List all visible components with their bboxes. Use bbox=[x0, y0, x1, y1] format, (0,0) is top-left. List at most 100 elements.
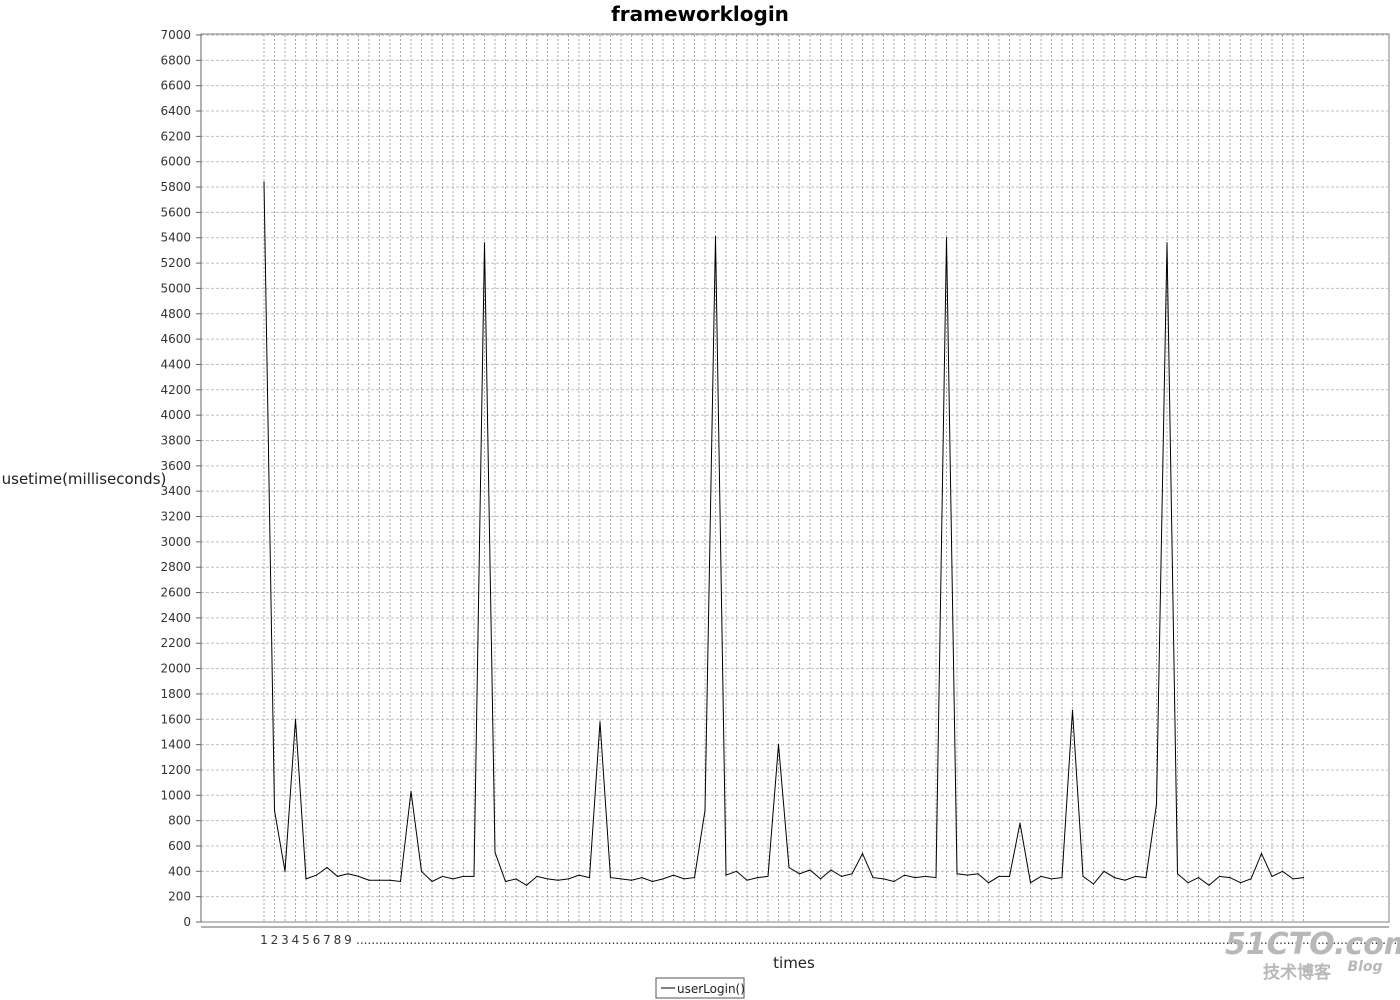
data-point bbox=[599, 721, 601, 723]
legend: userLogin() bbox=[655, 977, 745, 999]
data-point bbox=[483, 242, 486, 244]
x-tick-label: 6 bbox=[313, 933, 321, 947]
data-point bbox=[389, 879, 391, 881]
data-point bbox=[1260, 852, 1263, 855]
data-point bbox=[1176, 873, 1179, 875]
data-point bbox=[882, 878, 885, 880]
data-point bbox=[735, 870, 738, 872]
data-point bbox=[872, 877, 874, 879]
y-tick-label: 1600 bbox=[160, 712, 191, 726]
data-point bbox=[441, 875, 444, 877]
data-point bbox=[315, 874, 318, 876]
x-tick-label: 4 bbox=[292, 933, 300, 947]
data-point bbox=[557, 879, 559, 881]
data-point bbox=[693, 877, 696, 879]
legend-label: userLogin() bbox=[677, 982, 745, 996]
y-tick-label: 2200 bbox=[160, 636, 191, 650]
data-point bbox=[431, 880, 433, 883]
y-tick-label: 5600 bbox=[160, 205, 191, 219]
data-point bbox=[399, 880, 402, 883]
data-point bbox=[1197, 877, 1200, 879]
data-point bbox=[368, 879, 370, 881]
data-point bbox=[756, 877, 759, 879]
data-point bbox=[263, 181, 265, 183]
data-point bbox=[1166, 242, 1168, 244]
data-point bbox=[284, 870, 286, 872]
y-axis-label: usetime(milliseconds) bbox=[2, 470, 167, 488]
data-point bbox=[567, 878, 570, 880]
x-tick-label: 5 bbox=[302, 933, 310, 947]
y-tick-label: 800 bbox=[168, 814, 191, 828]
data-point bbox=[966, 874, 969, 876]
data-point bbox=[1040, 875, 1042, 877]
data-point bbox=[830, 869, 832, 871]
y-tick-label: 600 bbox=[168, 839, 191, 853]
y-tick-label: 200 bbox=[168, 890, 191, 904]
x-tick-label: 1 bbox=[260, 933, 268, 947]
data-point bbox=[777, 744, 780, 746]
y-tick-label: 4200 bbox=[160, 383, 191, 397]
data-point bbox=[704, 809, 706, 812]
data-point bbox=[452, 878, 454, 880]
y-tick-label: 2000 bbox=[160, 662, 191, 676]
line-chart: frameworklogin 0200400600800100012001400… bbox=[2, 2, 1400, 999]
data-point bbox=[1082, 875, 1084, 877]
data-point bbox=[1145, 877, 1147, 879]
data-point bbox=[1250, 878, 1252, 880]
data-point bbox=[1155, 803, 1158, 805]
y-tick-label: 5000 bbox=[160, 281, 191, 295]
data-point bbox=[1008, 875, 1011, 877]
data-point bbox=[1292, 878, 1294, 880]
data-point bbox=[1029, 882, 1032, 884]
data-point bbox=[1019, 822, 1021, 824]
data-point bbox=[462, 875, 465, 877]
data-point bbox=[305, 878, 307, 880]
data-point bbox=[725, 874, 727, 876]
y-tick-label: 6200 bbox=[160, 129, 191, 143]
y-tick-label: 3000 bbox=[160, 535, 191, 549]
data-point bbox=[861, 852, 864, 855]
x-tick-label: 7 bbox=[323, 933, 331, 947]
data-point bbox=[410, 790, 412, 793]
watermark-blog: Blog bbox=[1347, 959, 1382, 975]
y-tick-label: 6800 bbox=[160, 53, 191, 67]
data-point bbox=[987, 882, 990, 884]
y-tick-label: 1200 bbox=[160, 763, 191, 777]
data-point bbox=[515, 878, 517, 880]
data-point bbox=[1271, 875, 1273, 877]
data-point bbox=[1281, 870, 1284, 872]
data-point bbox=[1187, 882, 1189, 884]
data-point bbox=[1113, 877, 1116, 879]
y-tick-label: 2800 bbox=[160, 560, 191, 574]
data-point bbox=[546, 878, 549, 880]
data-point bbox=[1229, 877, 1231, 879]
x-tick-label: 8 bbox=[334, 933, 342, 947]
x-axis-label: times bbox=[773, 954, 815, 972]
data-point bbox=[525, 884, 528, 886]
y-tick-label: 1800 bbox=[160, 687, 191, 701]
y-tick-label: 1000 bbox=[160, 788, 191, 802]
data-point bbox=[914, 877, 916, 879]
data-point bbox=[662, 878, 664, 880]
x-tick-label: 2 bbox=[271, 933, 279, 947]
data-point bbox=[683, 878, 685, 880]
y-tick-label: 5400 bbox=[160, 231, 191, 245]
data-point bbox=[977, 873, 979, 875]
x-tick-label: 3 bbox=[281, 933, 289, 947]
y-tick-label: 3800 bbox=[160, 433, 191, 447]
data-point bbox=[1124, 879, 1126, 881]
data-point bbox=[1050, 878, 1053, 880]
data-point bbox=[588, 877, 591, 879]
y-tick-label: 2600 bbox=[160, 586, 191, 600]
data-point bbox=[420, 870, 423, 872]
data-point bbox=[378, 879, 381, 881]
chart-title: frameworklogin bbox=[611, 2, 789, 26]
y-tick-label: 6000 bbox=[160, 155, 191, 169]
y-tick-label: 400 bbox=[168, 864, 191, 878]
data-point bbox=[840, 875, 843, 877]
data-point bbox=[1208, 884, 1210, 886]
data-point bbox=[1092, 883, 1095, 885]
y-tick-label: 0 bbox=[183, 915, 191, 929]
data-point bbox=[294, 718, 297, 720]
y-tick-label: 3200 bbox=[160, 510, 191, 524]
